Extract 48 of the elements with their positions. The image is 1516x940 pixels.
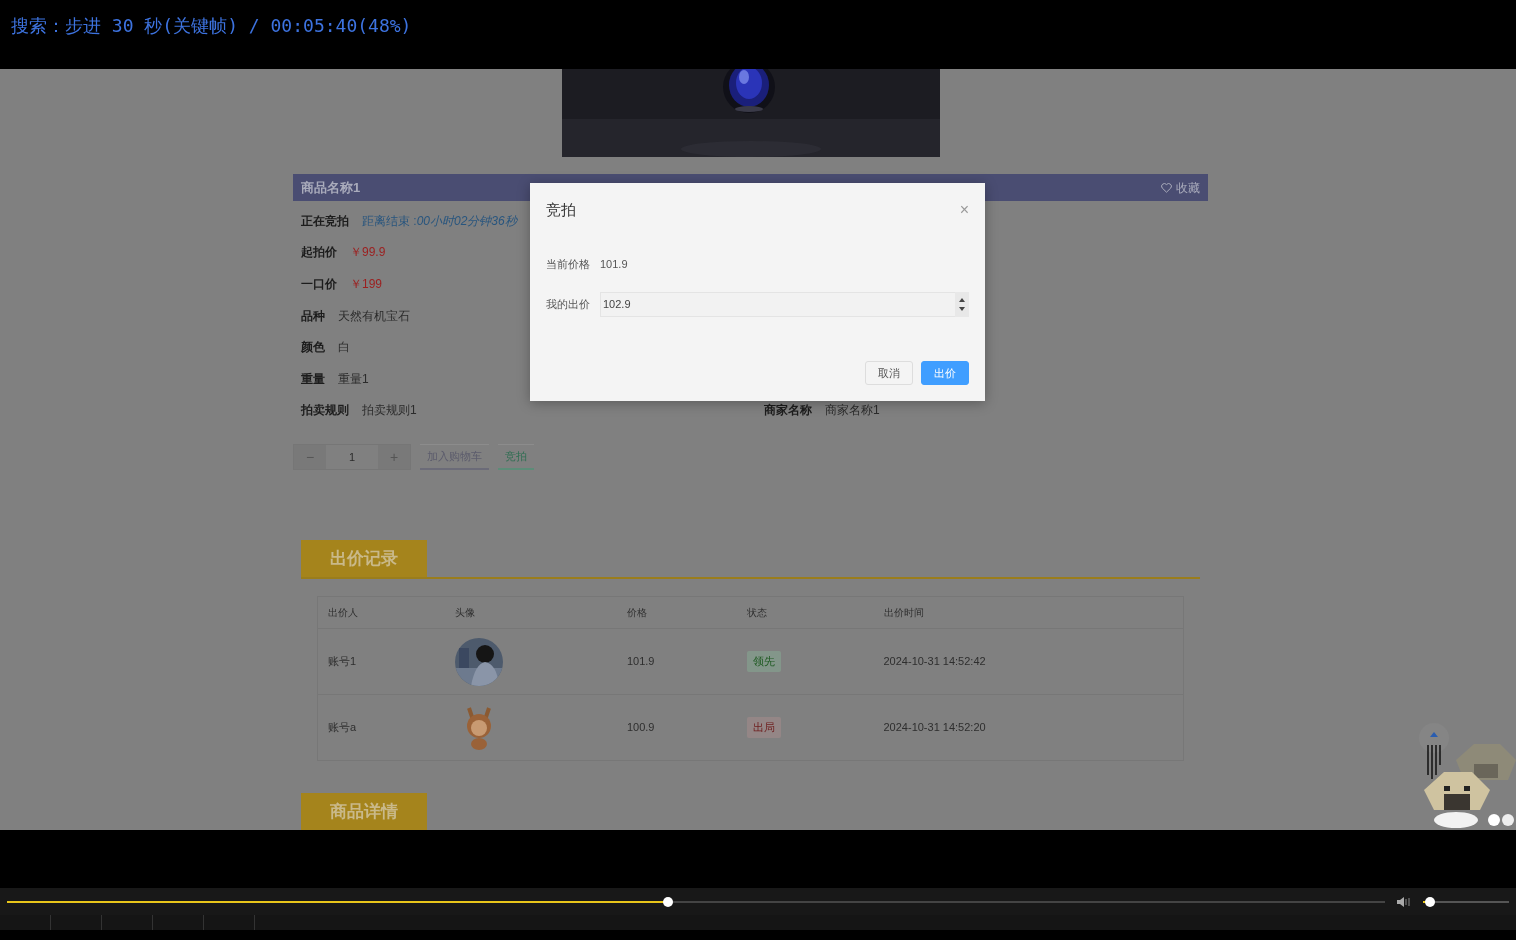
slider-thumb[interactable] bbox=[663, 896, 674, 907]
column-header: 价格 bbox=[616, 596, 738, 629]
bid-button[interactable]: 竞拍 bbox=[498, 444, 534, 471]
slider-thumb[interactable] bbox=[1424, 896, 1435, 907]
cancel-button[interactable]: 取消 bbox=[865, 361, 913, 385]
table-cell: 101.9 bbox=[616, 628, 738, 695]
table-cell: 账号a bbox=[317, 694, 446, 761]
submit-bid-button[interactable]: 出价 bbox=[921, 361, 969, 385]
field-value: 商家名称1 bbox=[825, 402, 880, 420]
status-tag: 领先 bbox=[747, 651, 782, 672]
seek-status-text: 搜索：步进 30 秒(关键帧) / 00:05:40(48%) bbox=[11, 15, 412, 36]
volume-icon[interactable] bbox=[1397, 896, 1411, 907]
field-label: 起拍价 bbox=[301, 244, 337, 262]
spinner-icon[interactable] bbox=[955, 292, 969, 317]
quantity-stepper[interactable]: − 1 + bbox=[293, 444, 411, 471]
field-value: ￥199 bbox=[350, 276, 383, 293]
status-tag: 出局 bbox=[747, 717, 782, 738]
field-value: 重量1 bbox=[338, 370, 369, 388]
favorite-button[interactable]: 收藏 bbox=[1161, 178, 1200, 197]
field-value: 天然有机宝石 bbox=[338, 307, 410, 325]
column-header: 出价人 bbox=[317, 596, 446, 629]
field-value: 白 bbox=[338, 339, 350, 357]
table-cell: 账号1 bbox=[317, 628, 446, 695]
field-label: 颜色 bbox=[301, 339, 325, 357]
field-label: 当前价格 bbox=[546, 256, 590, 272]
table-cell: 2024-10-31 14:52:20 bbox=[873, 694, 1184, 761]
table-cell: 100.9 bbox=[616, 694, 738, 761]
field-label: 重量 bbox=[301, 370, 325, 388]
field-label: 品种 bbox=[301, 307, 325, 325]
field-label: 我的出价 bbox=[546, 297, 590, 313]
heart-icon bbox=[1161, 182, 1172, 193]
bid-input-field[interactable]: 102.9 bbox=[600, 292, 955, 317]
dialog-title: 竞拍 bbox=[546, 200, 576, 220]
table-cell: 2024-10-31 14:52:42 bbox=[873, 628, 1184, 695]
quantity-field[interactable]: 1 bbox=[326, 445, 378, 470]
column-header: 出价时间 bbox=[873, 596, 1184, 629]
field-label: 正在竞拍 bbox=[301, 212, 349, 230]
column-header: 状态 bbox=[737, 596, 874, 629]
field-label: 一口价 bbox=[301, 276, 337, 293]
field-value: 101.9 bbox=[600, 256, 628, 272]
field-label: 拍卖规则 bbox=[301, 402, 349, 420]
product-title: 商品名称1 bbox=[301, 178, 361, 197]
column-header: 头像 bbox=[445, 596, 617, 629]
field-value: ￥99.9 bbox=[350, 244, 386, 262]
close-button[interactable]: × bbox=[959, 202, 969, 219]
field-value: 拍卖规则1 bbox=[362, 402, 417, 420]
field-label: 商家名称 bbox=[764, 402, 812, 420]
countdown-text: 距离结束 :00小时02分钟36秒 bbox=[362, 212, 517, 230]
